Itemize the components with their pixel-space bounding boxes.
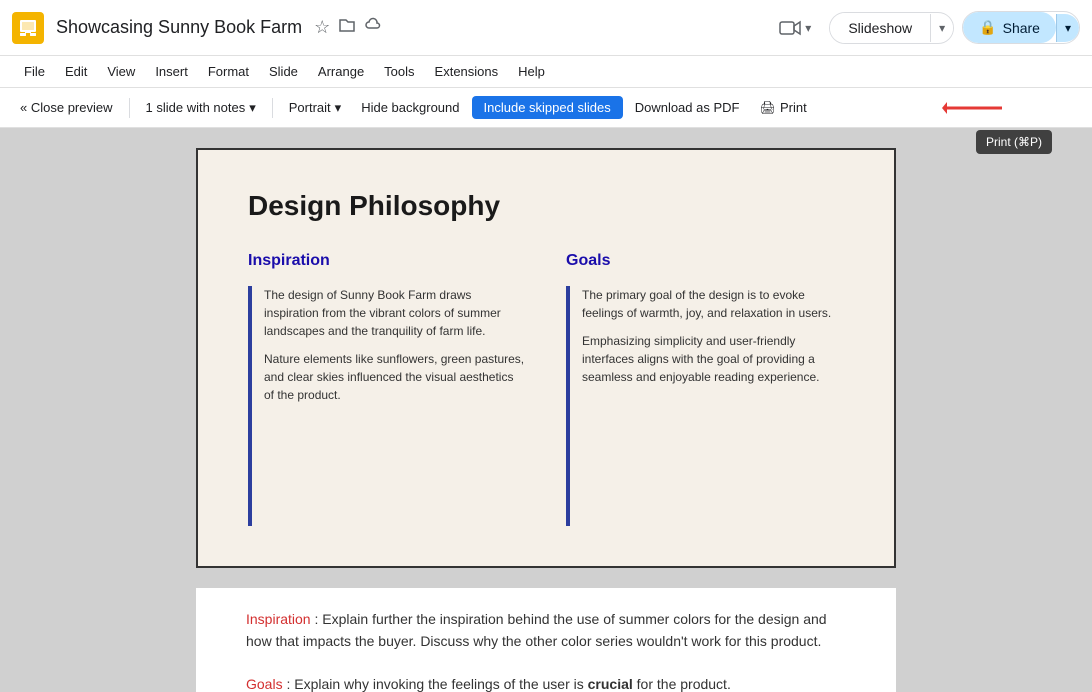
print-button[interactable]: 🖨 Print	[751, 96, 814, 120]
right-para2: Emphasizing simplicity and user-friendly…	[582, 332, 844, 386]
print-label: Print	[780, 100, 807, 115]
document-title: Showcasing Sunny Book Farm	[56, 17, 302, 38]
right-content: The primary goal of the design is to evo…	[566, 286, 844, 526]
app-icon	[12, 12, 44, 44]
main-area: Design Philosophy Inspiration The design…	[0, 128, 1092, 692]
left-heading: Inspiration	[248, 252, 526, 270]
slide-col-left: Inspiration The design of Sunny Book Far…	[248, 252, 526, 526]
left-para1: The design of Sunny Book Farm draws insp…	[264, 286, 526, 340]
menu-bar: File Edit View Insert Format Slide Arran…	[0, 56, 1092, 88]
note-goals-bold: crucial	[588, 676, 633, 692]
right-text: The primary goal of the design is to evo…	[582, 286, 844, 526]
slides-select[interactable]: 1 slide with notes ▾	[138, 96, 264, 120]
cloud-icon[interactable]	[364, 16, 382, 39]
share-button[interactable]: 🔒 Share	[963, 12, 1056, 43]
left-content: The design of Sunny Book Farm draws insp…	[248, 286, 526, 526]
print-icon: 🖨	[759, 100, 776, 116]
download-pdf-button[interactable]: Download as PDF	[627, 96, 748, 119]
preview-bar: « Close preview 1 slide with notes ▾ Por…	[0, 88, 1092, 128]
folder-icon[interactable]	[338, 16, 356, 39]
menu-slide[interactable]: Slide	[261, 60, 306, 83]
top-bar: Showcasing Sunny Book Farm ☆ ▾ Slideshow…	[0, 0, 1092, 56]
include-skipped-button[interactable]: Include skipped slides	[472, 96, 623, 119]
menu-insert[interactable]: Insert	[147, 60, 196, 83]
slide-title: Design Philosophy	[248, 190, 844, 222]
print-tooltip: Print (⌘P)	[976, 130, 1052, 154]
slide: Design Philosophy Inspiration The design…	[196, 148, 896, 568]
note-goals-text-after: for the product.	[633, 676, 731, 692]
menu-tools[interactable]: Tools	[376, 60, 422, 83]
slideshow-button[interactable]: Slideshow	[830, 13, 930, 43]
menu-view[interactable]: View	[99, 60, 143, 83]
slides-dropdown-icon: ▾	[249, 100, 256, 116]
close-preview-label: « Close preview	[20, 100, 113, 115]
share-label: Share	[1003, 20, 1040, 36]
video-button[interactable]: ▾	[769, 13, 821, 43]
menu-edit[interactable]: Edit	[57, 60, 95, 83]
notes-area: Inspiration : Explain further the inspir…	[196, 588, 896, 692]
video-dropdown[interactable]: ▾	[805, 21, 811, 35]
star-icon[interactable]: ☆	[314, 17, 330, 38]
right-heading: Goals	[566, 252, 844, 270]
hide-background-button[interactable]: Hide background	[353, 96, 467, 119]
left-text: The design of Sunny Book Farm draws insp…	[264, 286, 526, 526]
menu-help[interactable]: Help	[510, 60, 553, 83]
menu-extensions[interactable]: Extensions	[427, 60, 507, 83]
lock-icon: 🔒	[979, 19, 996, 36]
arrow-annotation	[942, 96, 1012, 120]
share-dropdown-button[interactable]: ▾	[1056, 14, 1079, 42]
slide-col-right: Goals The primary goal of the design is …	[566, 252, 844, 526]
slideshow-dropdown-button[interactable]: ▾	[930, 14, 953, 42]
note-inspiration: Inspiration : Explain further the inspir…	[246, 608, 846, 653]
note-inspiration-label: Inspiration	[246, 611, 311, 627]
divider-1	[129, 98, 130, 118]
portrait-select[interactable]: Portrait ▾	[281, 96, 349, 120]
menu-arrange[interactable]: Arrange	[310, 60, 372, 83]
close-preview-button[interactable]: « Close preview	[12, 96, 121, 119]
left-blue-bar	[248, 286, 252, 526]
right-blue-bar	[566, 286, 570, 526]
note-inspiration-text: : Explain further the inspiration behind…	[246, 611, 827, 649]
portrait-dropdown-icon: ▾	[335, 100, 342, 116]
right-para1: The primary goal of the design is to evo…	[582, 286, 844, 322]
slides-option-label: 1 slide with notes	[146, 100, 246, 115]
menu-file[interactable]: File	[16, 60, 53, 83]
menu-format[interactable]: Format	[200, 60, 257, 83]
portrait-label: Portrait	[289, 100, 331, 115]
share-group: 🔒 Share ▾	[962, 11, 1080, 44]
slide-columns: Inspiration The design of Sunny Book Far…	[248, 252, 844, 526]
note-goals: Goals : Explain why invoking the feeling…	[246, 673, 846, 692]
note-goals-label: Goals	[246, 676, 283, 692]
note-goals-text-before: : Explain why invoking the feelings of t…	[286, 676, 587, 692]
divider-2	[272, 98, 273, 118]
slideshow-group: Slideshow ▾	[829, 12, 954, 44]
title-icons: ☆	[314, 16, 382, 39]
left-para2: Nature elements like sunflowers, green p…	[264, 350, 526, 404]
